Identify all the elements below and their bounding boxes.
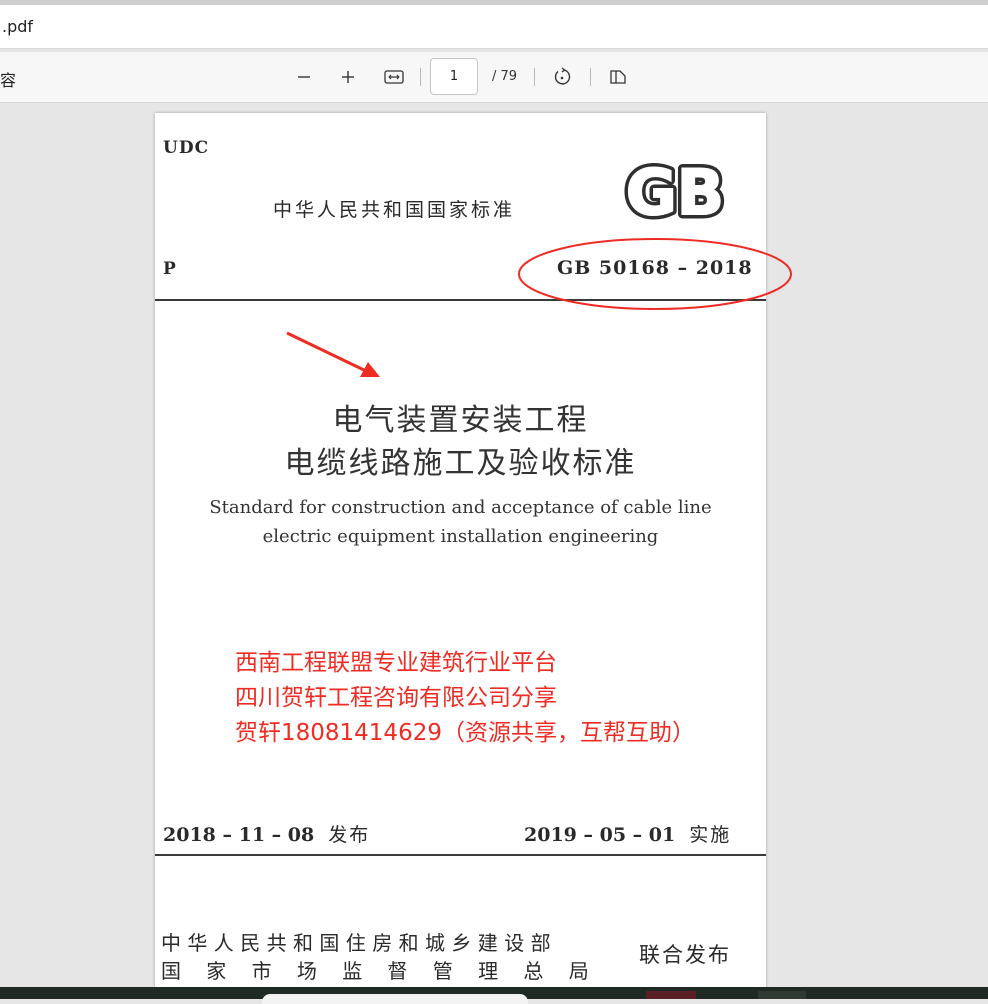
taskbar-app-icon[interactable] — [758, 991, 806, 999]
annotation-overlay — [286, 238, 792, 377]
taskbar-search-box[interactable] — [262, 994, 528, 1004]
highlight-ellipse — [518, 238, 792, 310]
taskbar-app-icon[interactable] — [646, 991, 696, 999]
red-arrow-icon — [286, 331, 380, 377]
